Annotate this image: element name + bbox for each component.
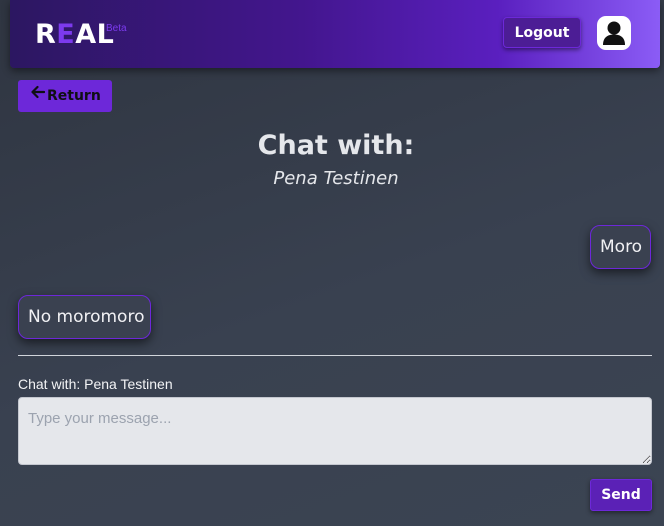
top-navbar: REAL Beta Logout	[10, 0, 660, 68]
logout-button[interactable]: Logout	[503, 17, 581, 48]
chat-heading: Chat with:	[257, 130, 415, 161]
composer-label: Chat with: Pena Testinen	[18, 376, 173, 392]
return-label: Return	[47, 88, 101, 104]
user-icon	[603, 21, 625, 45]
beta-badge: Beta	[106, 23, 127, 34]
arrow-left-icon	[31, 79, 47, 111]
logo-letter-e: E	[56, 19, 76, 50]
message-bubble-sent: Moro	[590, 225, 651, 269]
message-input[interactable]	[18, 397, 652, 465]
app-logo[interactable]: REAL	[35, 20, 114, 50]
divider	[18, 355, 652, 356]
return-button[interactable]: Return	[18, 80, 112, 112]
message-bubble-received: No moromoro	[18, 295, 151, 339]
chat-partner-name: Pena Testinen	[273, 168, 399, 189]
send-button[interactable]: Send	[590, 479, 652, 511]
user-avatar-button[interactable]	[597, 16, 631, 50]
logo-letter-r: R	[35, 19, 57, 50]
